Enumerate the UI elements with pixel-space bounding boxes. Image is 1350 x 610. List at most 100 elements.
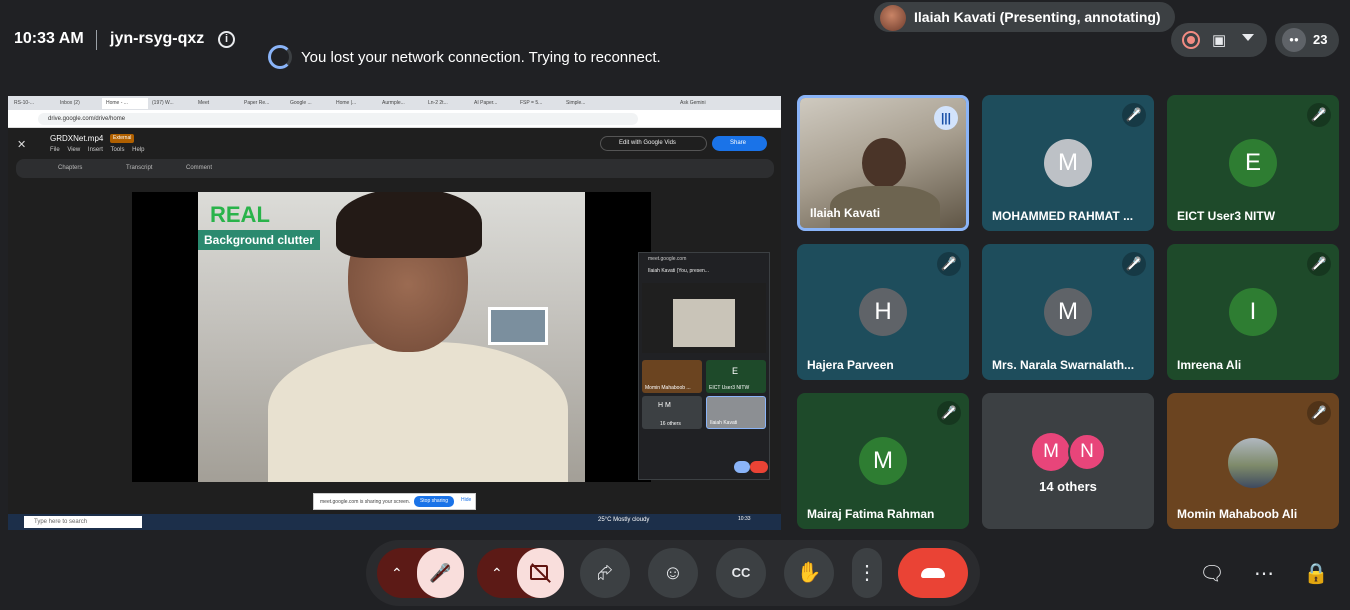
people-avatars-icon: ●●: [1282, 28, 1306, 52]
browser-tab[interactable]: Meet: [194, 98, 240, 109]
presenter-chip[interactable]: Ilaiah Kavati (Presenting, annotating): [874, 2, 1175, 32]
mic-off-icon: 🎤: [1307, 401, 1331, 425]
browser-tab[interactable]: Home - ...: [102, 98, 148, 109]
pip-presenter: Ilaiah Kavati (You, presen...: [648, 268, 709, 274]
drive-menu[interactable]: File View Insert Tools Help: [50, 147, 144, 153]
others-tile[interactable]: M N 14 others: [982, 393, 1154, 529]
pip-tile-name: 16 others: [660, 421, 681, 427]
participant-tile[interactable]: M 🎤 MOHAMMED RAHMAT ...: [982, 95, 1154, 231]
clutter-label: Background clutter: [198, 230, 321, 250]
participant-avatar: M: [859, 437, 907, 485]
participant-avatar: M: [1044, 139, 1092, 187]
participant-name: Mairaj Fatima Rahman: [807, 507, 935, 521]
participant-avatar: N: [1068, 433, 1106, 471]
video-person-body: [268, 342, 568, 482]
pip-controls[interactable]: [646, 458, 768, 476]
participant-name: Mrs. Narala Swarnalath...: [992, 358, 1135, 372]
taskbar-search[interactable]: Type here to search: [24, 516, 142, 528]
participant-tile[interactable]: ||| Ilaiah Kavati: [797, 95, 969, 231]
camera-off-icon[interactable]: ▣: [1212, 31, 1232, 49]
chat-icon[interactable]: 🗨: [1199, 561, 1225, 587]
recording-icon[interactable]: [1182, 31, 1200, 49]
captions-button[interactable]: CC: [716, 548, 766, 598]
mic-off-icon: 🎤: [1122, 103, 1146, 127]
participant-count: 23: [1313, 32, 1328, 47]
participant-tile[interactable]: 🎤 Momin Mahaboob Ali: [1167, 393, 1339, 529]
participant-name: Momin Mahaboob Ali: [1177, 507, 1298, 521]
participant-name: Hajera Parveen: [807, 358, 894, 372]
browser-tab[interactable]: Aurmple...: [378, 98, 424, 109]
mic-off-button[interactable]: 🎤: [417, 548, 464, 598]
chapters-button[interactable]: Chapters: [58, 159, 82, 178]
participant-photo-avatar: [1228, 438, 1278, 488]
mic-off-icon: 🎤: [937, 252, 961, 276]
pip-tile: E EICT User3 NITW: [706, 360, 766, 393]
divider: [96, 30, 97, 50]
edit-with-vids-button[interactable]: Edit with Google Vids: [600, 136, 707, 151]
url-field[interactable]: drive.google.com/drive/home: [38, 113, 638, 125]
share-button[interactable]: Share: [712, 136, 767, 151]
participant-tile[interactable]: M 🎤 Mrs. Narala Swarnalath...: [982, 244, 1154, 380]
video-person-hair: [336, 192, 482, 258]
taskbar-time: 10:33: [738, 516, 751, 522]
captions-icon: CC: [731, 565, 751, 580]
pip-tile: H M 16 others: [642, 396, 702, 429]
participant-tile[interactable]: E 🎤 EICT User3 NITW: [1167, 95, 1339, 231]
raise-hand-button[interactable]: ✋: [784, 548, 834, 598]
browser-tab[interactable]: (197) W...: [148, 98, 194, 109]
mic-off-icon: 🎤: [1122, 252, 1146, 276]
end-call-button[interactable]: [898, 548, 968, 598]
participant-avatar: H: [859, 288, 907, 336]
host-controls-icon[interactable]: 🔒: [1303, 561, 1329, 587]
browser-tab[interactable]: Paper Re...: [240, 98, 286, 109]
video-toolbar: Chapters Transcript Comment: [16, 159, 774, 178]
shared-screen: RS-10-... Inbox (2) Home - ... (197) W..…: [8, 96, 781, 530]
browser-tab[interactable]: AI Paper...: [470, 98, 516, 109]
participant-name: Imreena Ali: [1177, 358, 1242, 372]
close-icon[interactable]: ✕: [17, 138, 26, 151]
browser-tab-strip: RS-10-... Inbox (2) Home - ... (197) W..…: [8, 96, 781, 110]
browser-tab[interactable]: Simple...: [562, 98, 608, 109]
pip-end-call-icon[interactable]: [750, 461, 768, 473]
pip-tile-name: Momin Mahaboob ...: [645, 385, 691, 391]
pip-video-preview: [673, 299, 735, 347]
browser-tab[interactable]: Inbox (2): [56, 98, 102, 109]
browser-tab[interactable]: Google ...: [286, 98, 332, 109]
browser-tab[interactable]: FSP = 5...: [516, 98, 562, 109]
participant-video-head: [862, 138, 906, 188]
participant-tile[interactable]: I 🎤 Imreena Ali: [1167, 244, 1339, 380]
pip-tile: Momin Mahaboob ...: [642, 360, 702, 393]
participant-tile[interactable]: M 🎤 Mairaj Fatima Rahman: [797, 393, 969, 529]
emoji-icon: ☺: [662, 562, 684, 584]
external-badge: External: [110, 134, 135, 143]
raise-hand-icon: ✋: [796, 562, 822, 584]
browser-tab[interactable]: Ln-2 2t...: [424, 98, 470, 109]
more-options-button[interactable]: ⋮: [852, 548, 882, 598]
file-name: GRDXNet.mp4: [50, 134, 104, 143]
info-icon[interactable]: i: [218, 31, 235, 48]
ask-gemini-button[interactable]: Ask Gemini: [676, 98, 720, 109]
participant-name: EICT User3 NITW: [1177, 209, 1276, 223]
pip-present-icon[interactable]: [734, 461, 750, 473]
comment-button[interactable]: Comment: [186, 159, 212, 178]
browser-tab[interactable]: Home |...: [332, 98, 378, 109]
pip-tile-name: Ilaiah Kavati: [710, 420, 738, 426]
mic-off-icon: 🎤: [1307, 103, 1331, 127]
participant-avatar: I: [1229, 288, 1277, 336]
chevron-up-icon[interactable]: ⌃: [391, 548, 403, 598]
present-button[interactable]: ⮳: [580, 548, 630, 598]
pip-tile-initial: E: [732, 366, 739, 376]
stop-sharing-button[interactable]: Stop sharing: [414, 496, 454, 507]
camera-off-button[interactable]: [517, 548, 564, 598]
reactions-button[interactable]: ☺: [648, 548, 698, 598]
chevron-down-icon[interactable]: [1242, 34, 1254, 41]
browser-tab[interactable]: RS-10-...: [10, 98, 56, 109]
chevron-up-icon[interactable]: ⌃: [491, 548, 503, 598]
hide-link[interactable]: Hide: [461, 497, 471, 503]
participant-tile[interactable]: H 🎤 Hajera Parveen: [797, 244, 969, 380]
network-banner-text: You lost your network connection. Trying…: [301, 49, 661, 66]
participant-name: Ilaiah Kavati: [810, 206, 881, 220]
others-count: 14 others: [1039, 479, 1097, 494]
transcript-button[interactable]: Transcript: [126, 159, 152, 178]
activities-icon[interactable]: ⋯: [1251, 561, 1277, 587]
